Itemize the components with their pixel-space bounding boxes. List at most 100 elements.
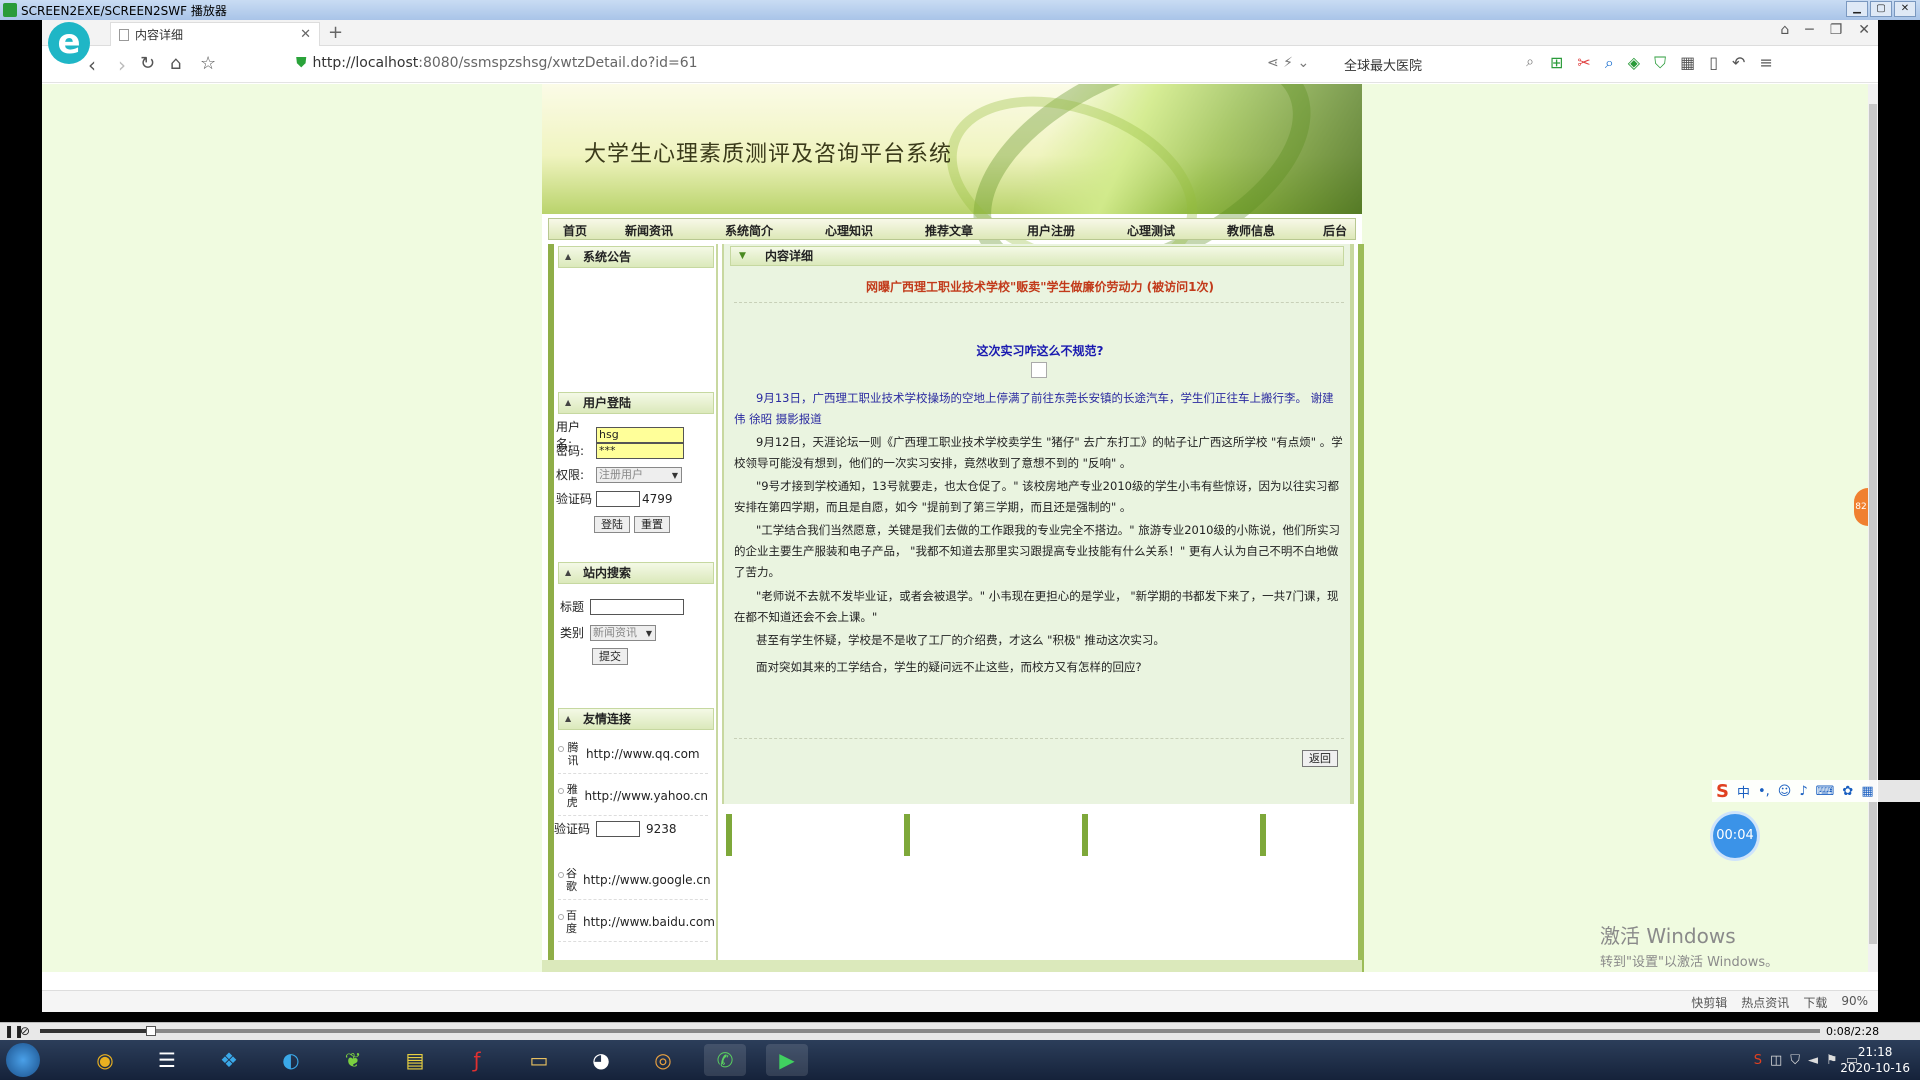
captcha-input[interactable] (596, 490, 640, 507)
menu-item-test[interactable]: 心理测试 (1127, 222, 1175, 239)
punctuation-icon[interactable]: •, (1758, 784, 1770, 799)
close-icon[interactable]: ✕ (1894, 1, 1916, 17)
status-quick-edit[interactable]: 快剪辑 (1691, 994, 1727, 1011)
status-download[interactable]: 下载 (1803, 994, 1827, 1011)
app-icon[interactable]: ◎ (642, 1044, 684, 1076)
shield-tray-icon[interactable]: ⛉ (1790, 1053, 1800, 1068)
back-icon[interactable]: ‹ (88, 53, 96, 77)
menu-item-home[interactable]: 首页 (563, 222, 587, 239)
restore-icon[interactable]: ❐ (1830, 22, 1843, 38)
star-icon[interactable]: ☆ (200, 53, 216, 74)
menu-item-intro[interactable]: 系统简介 (725, 222, 773, 239)
magnifier-icon[interactable]: ⌕ (1605, 53, 1614, 73)
baidu-netdisk-icon[interactable]: ❖ (208, 1044, 250, 1076)
tab-content-detail[interactable]: 内容详细 ✕ (110, 22, 320, 46)
browser-window-controls: ⌂ ─ ❐ ✕ (1780, 22, 1870, 38)
recording-timer[interactable]: 00:04 (1713, 814, 1757, 858)
search-submit-button[interactable]: 提交 (592, 648, 628, 665)
maximize-icon[interactable]: ▢ (1870, 1, 1892, 17)
player-title-bar: SCREEN2EXE/SCREEN2SWF 播放器 ▁ ▢ ✕ (0, 0, 1920, 20)
menu-item-news[interactable]: 新闻资讯 (625, 222, 673, 239)
username-input[interactable]: hsg (596, 427, 684, 443)
left-sidebar: 系统公告 用户登陆 用户名: hsg 密码: *** 权限: 注册用户 验证码 (548, 244, 718, 964)
back-button[interactable]: 返回 (1302, 750, 1338, 767)
eclipse-icon[interactable]: ☰ (146, 1044, 188, 1076)
shield-icon[interactable]: ⛉ (1654, 53, 1666, 73)
menu-item-admin[interactable]: 后台 (1323, 222, 1347, 239)
reset-button[interactable]: 重置 (634, 516, 670, 533)
minimize-icon[interactable]: ▁ (1846, 1, 1868, 17)
link-item[interactable]: 腾讯 http://www.qq.com (558, 734, 708, 774)
login-button[interactable]: 登陆 (594, 516, 630, 533)
start-button[interactable] (6, 1043, 40, 1077)
ime-chinese-toggle[interactable]: 中 (1737, 782, 1750, 801)
forward-icon[interactable]: › (118, 53, 126, 77)
share-icon[interactable]: ⋖ ⚡ ⌄ (1267, 55, 1309, 71)
qq-icon[interactable]: ◕ (580, 1044, 622, 1076)
home-icon[interactable]: ⌂ (170, 53, 181, 74)
menu-item-register[interactable]: 用户注册 (1027, 222, 1075, 239)
flash-icon[interactable]: ƒ (456, 1044, 498, 1076)
search-icon[interactable]: ⌕ (1526, 54, 1534, 70)
timeline-track[interactable] (40, 1029, 1820, 1033)
page-scrollbar[interactable] (1868, 84, 1878, 972)
sogou-icon[interactable]: S (1716, 781, 1729, 802)
sogou-tray-icon[interactable]: S (1754, 1053, 1762, 1068)
apps-icon[interactable]: ▦ (1680, 53, 1695, 73)
menu-item-articles[interactable]: 推荐文章 (925, 222, 973, 239)
captcha-code: 4799 (642, 491, 673, 506)
flag-icon[interactable]: ⚑ (1826, 1053, 1838, 1068)
close-icon[interactable]: ✕ (1858, 22, 1870, 38)
status-hot-news[interactable]: 热点资讯 (1741, 994, 1789, 1011)
emoji-icon[interactable]: ☺ (1778, 784, 1792, 799)
minimize-icon[interactable]: ─ (1805, 22, 1813, 38)
keyboard-icon[interactable]: ⌨ (1816, 784, 1835, 799)
skin-icon[interactable]: ✿ (1842, 784, 1853, 799)
browser-taskbar-icon[interactable]: ◐ (270, 1044, 312, 1076)
network-tray-icon[interactable]: ◫ (1770, 1053, 1782, 1068)
volume-icon[interactable]: ◄ (1808, 1053, 1818, 1068)
search-category-select[interactable]: 新闻资讯 (590, 624, 656, 641)
link-item[interactable]: 谷歌 http://www.google.cn (558, 860, 711, 900)
stray-captcha: 验证码 9238 (554, 820, 677, 837)
game-icon[interactable]: ◈ (1628, 53, 1640, 73)
ime-toolbar[interactable]: S 中 •, ☺ ♪ ⌨ ✿ ▦ (1712, 780, 1920, 802)
stray-captcha-input[interactable] (596, 820, 641, 837)
translate-icon[interactable]: ⊞ (1550, 53, 1563, 73)
new-tab-icon[interactable]: + (328, 22, 343, 43)
browser-status-bar: 快剪辑 热点资讯 下载 90% (42, 990, 1878, 1012)
tab-close-icon[interactable]: ✕ (300, 27, 311, 42)
menu-item-knowledge[interactable]: 心理知识 (825, 222, 873, 239)
menu-icon[interactable]: ≡ (1759, 53, 1772, 73)
refresh-icon[interactable]: ↻ (140, 53, 155, 74)
timeline-knob[interactable] (146, 1026, 156, 1036)
menu-item-teachers[interactable]: 教师信息 (1227, 222, 1275, 239)
player-window-controls: ▁ ▢ ✕ (1846, 1, 1916, 17)
link-item[interactable]: 雅虎 http://www.yahoo.cn (558, 776, 708, 816)
floating-badge[interactable]: 82 (1854, 488, 1868, 526)
browser-logo-icon[interactable]: e (48, 22, 90, 64)
link-item[interactable]: 百度 http://www.baidu.com (558, 902, 715, 942)
url-input[interactable]: ⛊ http://localhost:8080/ssmspzshsg/xwtzDe… (296, 55, 698, 71)
chrome-icon[interactable]: ◉ (84, 1044, 126, 1076)
password-input[interactable]: *** (596, 442, 684, 459)
role-select[interactable]: 注册用户 (596, 466, 682, 483)
content-panel: 内容详细 网曝广西理工职业技术学校"贩卖"学生做廉价劳动力 (被访问1次) 这次… (722, 244, 1354, 804)
folder-icon[interactable]: ▭ (518, 1044, 560, 1076)
shirt-icon[interactable]: ⌂ (1780, 22, 1789, 38)
bookmark-icon[interactable]: ▯ (1709, 53, 1718, 73)
scissors-icon[interactable]: ✂ (1577, 53, 1590, 73)
status-zoom[interactable]: 90% (1841, 994, 1868, 1011)
taskbar-clock[interactable]: 21:18 2020-10-16 (1840, 1044, 1910, 1076)
leaf-app-icon[interactable]: ❦ (332, 1044, 374, 1076)
undo-icon[interactable]: ↶ (1732, 53, 1745, 73)
microphone-icon[interactable]: ♪ (1799, 784, 1807, 799)
search-title-input[interactable] (590, 598, 684, 615)
search-input[interactable]: 全球最大医院 ⌕ (1344, 54, 1534, 74)
wechat-icon[interactable]: ✆ (704, 1044, 746, 1076)
news-paragraph: 9月13日，广西理工职业技术学校操场的空地上停满了前往东莞长安镇的长途汽车，学生… (734, 391, 1334, 426)
screen-recorder-icon[interactable]: ▶ (766, 1044, 808, 1076)
grid-icon[interactable]: ▦ (1861, 784, 1873, 799)
chart-app-icon[interactable]: ▤ (394, 1044, 436, 1076)
settings-icon[interactable]: ⊘ (20, 1024, 30, 1038)
